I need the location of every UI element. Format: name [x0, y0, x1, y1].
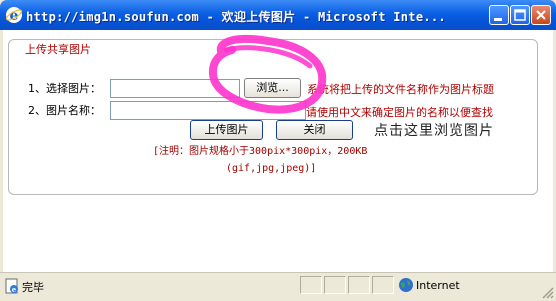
upload-legend: 上传共享图片: [23, 41, 93, 57]
image-name-input[interactable]: [110, 101, 306, 120]
upload-fieldset: 上传共享图片 1、选择图片： 浏览... 系统将把上传的文件名称作为图片标题 2…: [8, 39, 538, 195]
status-panel: [348, 276, 370, 294]
image-name-hint: 请使用中文来确定图片的名称以便查找: [306, 106, 493, 119]
status-panel: [300, 276, 322, 294]
title-bar: e http://img1n.soufun.com - 欢迎上传图片 - Mic…: [0, 0, 556, 30]
file-path-input[interactable]: [110, 79, 240, 98]
browse-button[interactable]: 浏览...: [244, 78, 301, 98]
image-name-label: 2、图片名称：: [28, 104, 101, 117]
status-bar: e 完毕 Internet: [0, 272, 556, 301]
size-note: [注明：图片规格小于300pix*300pix，200KB: [153, 146, 368, 157]
svg-text:e: e: [12, 285, 17, 294]
close-icon: [536, 10, 546, 20]
minimize-button[interactable]: [489, 5, 509, 25]
choose-image-hint: 系统将把上传的文件名称作为图片标题: [307, 83, 494, 96]
minimize-icon: [494, 18, 502, 21]
page-done-icon: e: [5, 278, 18, 294]
handwritten-annotation: 点击这里浏览图片: [374, 123, 494, 139]
close-window-button[interactable]: [531, 5, 551, 25]
close-button[interactable]: 关闭: [276, 120, 353, 140]
maximize-icon: [514, 9, 526, 21]
internet-zone-icon: [399, 278, 413, 292]
window-title: http://img1n.soufun.com - 欢迎上传图片 - Micro…: [26, 10, 446, 24]
zone-text: Internet: [416, 279, 460, 292]
page-content: 上传共享图片 1、选择图片： 浏览... 系统将把上传的文件名称作为图片标题 2…: [3, 30, 553, 272]
choose-image-label: 1、选择图片：: [28, 82, 101, 95]
status-panel: [324, 276, 346, 294]
status-panel: [372, 276, 394, 294]
upload-button[interactable]: 上传图片: [190, 120, 263, 140]
format-note: (gif,jpg,jpeg)]: [226, 163, 317, 174]
status-text: 完毕: [22, 281, 44, 294]
resize-grip-icon[interactable]: [540, 285, 554, 299]
ie-icon: e: [5, 7, 23, 24]
maximize-button[interactable]: [510, 5, 530, 25]
